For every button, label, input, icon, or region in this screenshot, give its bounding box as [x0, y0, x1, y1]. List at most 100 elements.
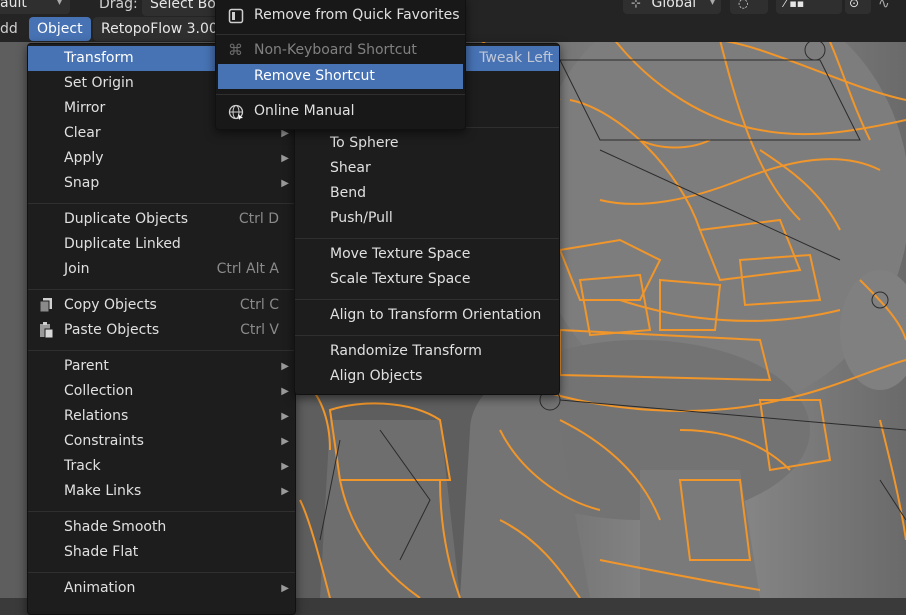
copy-icon	[39, 298, 52, 313]
menu-item-relations[interactable]: Relations ▶	[28, 404, 295, 429]
shortcut-context-menu: Remove from Quick Favorites ⌘ Non-Keyboa…	[215, 0, 466, 130]
menu-separator	[295, 299, 559, 300]
menu-item-constraints[interactable]: Constraints ▶	[28, 429, 295, 454]
menu-item-make-links[interactable]: Make Links ▶	[28, 479, 295, 504]
menu-item-move-texture-space[interactable]: Move Texture Space	[295, 242, 559, 267]
chevron-down-icon: ▾	[709, 0, 715, 8]
menu-item-label: Remove Shortcut	[254, 68, 375, 84]
snap-icon: ⁄ ▪▪	[784, 0, 805, 10]
chevron-down-icon: ▾	[56, 0, 62, 8]
menu-item-join[interactable]: Join Ctrl Alt A	[28, 257, 295, 282]
menu-item-push-pull[interactable]: Push/Pull	[295, 206, 559, 231]
snap-toggle[interactable]: ⁄ ▪▪	[776, 0, 842, 14]
menu-item-online-manual[interactable]: Online Manual	[216, 99, 465, 124]
menu-separator	[295, 238, 559, 239]
quick-favorites-icon	[228, 8, 244, 24]
menu-item-label: Shade Flat	[64, 544, 139, 560]
menu-separator	[28, 572, 295, 573]
menu-separator	[216, 94, 465, 95]
workspace-mode-dropdown[interactable]: ault ▾	[0, 0, 70, 14]
menu-item-label: Snap	[64, 175, 100, 191]
menu-item-duplicate-linked[interactable]: Duplicate Linked	[28, 232, 295, 257]
submenu-arrow-icon: ▶	[281, 178, 289, 189]
menu-item-shade-smooth[interactable]: Shade Smooth	[28, 515, 295, 540]
proportional-edit-icon: ⊙	[849, 0, 860, 10]
menu-separator	[216, 34, 465, 35]
menu-separator	[295, 335, 559, 336]
menu-item-label: Track	[64, 458, 101, 474]
add-menu-label: dd	[0, 21, 18, 37]
menu-item-label: Align Objects	[330, 368, 423, 384]
menu-item-remove-shortcut[interactable]: Remove Shortcut	[218, 64, 463, 89]
menu-item-label: Non-Keyboard Shortcut	[254, 42, 417, 58]
add-menu[interactable]: dd	[0, 17, 18, 41]
menu-item-align-to-transform-orientation[interactable]: Align to Transform Orientation	[295, 303, 559, 328]
object-menu-label: Object	[37, 21, 83, 37]
command-key-icon: ⌘	[228, 41, 243, 59]
falloff-icon[interactable]: ∿	[878, 0, 890, 16]
menu-separator	[28, 511, 295, 512]
menu-item-label: Shade Smooth	[64, 519, 167, 535]
proportional-edit-toggle[interactable]: ⊙	[845, 0, 871, 14]
menu-item-label: Make Links	[64, 483, 142, 499]
menu-separator	[28, 203, 295, 204]
menu-item-scale-texture-space[interactable]: Scale Texture Space	[295, 267, 559, 292]
paste-icon	[40, 322, 54, 338]
menu-item-non-keyboard-shortcut: ⌘ Non-Keyboard Shortcut	[216, 38, 465, 63]
menu-item-bend[interactable]: Bend	[295, 181, 559, 206]
submenu-arrow-icon: ▶	[281, 486, 289, 497]
menu-item-shortcut: Ctrl C	[239, 297, 279, 313]
menu-item-remove-from-quick-favorites[interactable]: Remove from Quick Favorites	[216, 3, 465, 28]
menu-item-label: Align to Transform Orientation	[330, 307, 542, 323]
drag-select-value: Select Bo	[150, 0, 216, 12]
retopoflow-menu[interactable]: RetopoFlow 3.00.	[93, 17, 229, 41]
orientation-value: Global	[651, 0, 697, 11]
menu-separator	[28, 289, 295, 290]
submenu-arrow-icon: ▶	[281, 583, 289, 594]
pivot-point-dropdown[interactable]: ◌	[730, 0, 768, 14]
menu-item-duplicate-objects[interactable]: Duplicate Objects Ctrl D	[28, 207, 295, 232]
menu-separator	[28, 350, 295, 351]
menu-item-shortcut: Ctrl Alt A	[216, 261, 279, 277]
menu-item-label: Collection	[64, 383, 134, 399]
menu-item-paste-objects[interactable]: Paste Objects Ctrl V	[28, 318, 295, 343]
menu-item-label: Animation	[64, 580, 136, 596]
workspace-mode-label: ault	[0, 0, 27, 11]
menu-item-track[interactable]: Track ▶	[28, 454, 295, 479]
menu-item-label: Constraints	[64, 433, 144, 449]
menu-item-label: Copy Objects	[64, 297, 157, 313]
menu-item-collection[interactable]: Collection ▶	[28, 379, 295, 404]
menu-item-label: Transform	[64, 50, 134, 66]
menu-item-label: Push/Pull	[330, 210, 393, 226]
transform-orientation-dropdown[interactable]: ⊹ Global ▾	[623, 0, 721, 14]
menu-item-label: Duplicate Objects	[64, 211, 189, 227]
menu-item-shortcut: Ctrl D	[238, 211, 279, 227]
menu-item-apply[interactable]: Apply ▶	[28, 146, 295, 171]
submenu-arrow-icon: ▶	[281, 461, 289, 472]
menu-item-shear[interactable]: Shear	[295, 156, 559, 181]
menu-item-copy-objects[interactable]: Copy Objects Ctrl C	[28, 293, 295, 318]
submenu-arrow-icon: ▶	[281, 386, 289, 397]
retopoflow-label: RetopoFlow 3.00.	[101, 21, 223, 37]
menu-item-randomize-transform[interactable]: Randomize Transform	[295, 339, 559, 364]
menu-item-label: Join	[64, 261, 90, 277]
menu-item-shortcut: Ctrl V	[240, 322, 279, 338]
menu-item-align-objects[interactable]: Align Objects	[295, 364, 559, 389]
submenu-arrow-icon: ▶	[281, 361, 289, 372]
menu-item-label: Remove from Quick Favorites	[254, 7, 460, 23]
menu-item-label: Bend	[330, 185, 366, 201]
menu-item-animation[interactable]: Animation ▶	[28, 576, 295, 601]
menu-item-shade-flat[interactable]: Shade Flat	[28, 540, 295, 565]
drag-label: Drag:	[99, 0, 138, 16]
menu-item-label: Relations	[64, 408, 129, 424]
menu-item-label: Clear	[64, 125, 101, 141]
menu-item-parent[interactable]: Parent ▶	[28, 354, 295, 379]
menu-item-to-sphere[interactable]: To Sphere	[295, 131, 559, 156]
menu-item-snap[interactable]: Snap ▶	[28, 171, 295, 196]
submenu-arrow-icon: ▶	[281, 153, 289, 164]
menu-item-label: Move Texture Space	[330, 246, 471, 262]
menu-item-label: Randomize Transform	[330, 343, 482, 359]
menu-item-label: Scale Texture Space	[330, 271, 471, 287]
menu-item-label: Paste Objects	[64, 322, 160, 338]
object-menu[interactable]: Object	[29, 17, 91, 41]
